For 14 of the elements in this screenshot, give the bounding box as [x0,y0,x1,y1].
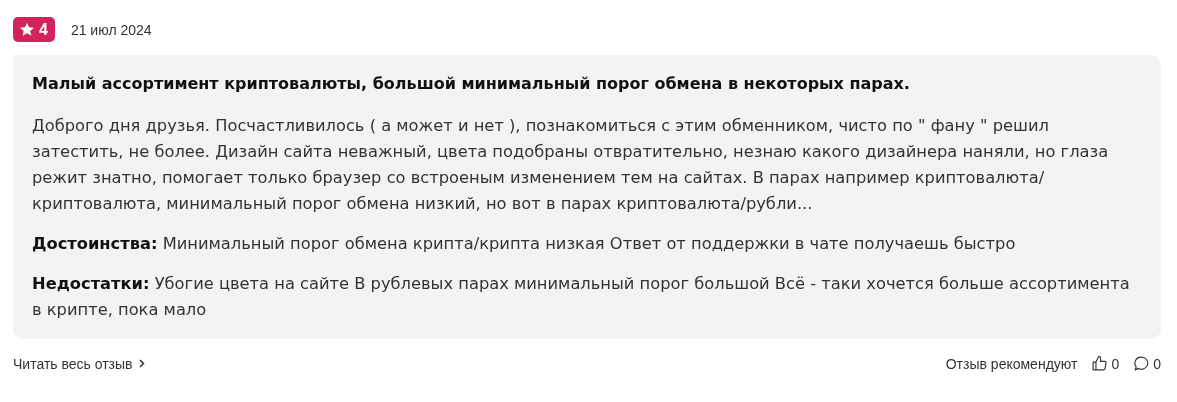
recommend-label: Отзыв рекомендуют [945,355,1078,372]
review-text: Доброго дня друзья. Посчастливилось ( а может и нет ), познакомиться с этим обменником, чисто по " фану " решил затестить, не более. Дизайн сайта неважный, цвета подобраны отвратительно, незнаю какого дизайнера наняли, но глаза режит знатно, помогает только браузер со встроеным изменением тем на сайтах. В парах например криптовалюта/криптовалюта, минимальный порог обмена низкий, но вот в парах криптовалюта/рубли... [32,115,1110,215]
thumbs-up-icon[interactable] [1091,355,1109,372]
review-cons: Недостатки: Убогие цвета на сайте В рублевых парах минимальный порог большой Всё - таки хочется больше ассортимента в крипте, пока мало [32,273,1131,321]
chevron-icon [138,359,145,368]
review-pros: Достоинства: Минимальный порог обмена крипта/крипта низкая Ответ от поддержки в чате получаешь быстро [32,233,1017,255]
star-icon [19,22,35,37]
comment-count: 0 [1153,355,1161,372]
rating-badge: 4 [13,17,55,42]
comment-icon[interactable] [1133,355,1151,372]
review-date: 21 июл 2024 [70,21,152,38]
read-more-link[interactable]: Читать весь отзыв [13,355,145,372]
review-title: Малый ассортимент криптовалюты, большой минимальный порог обмена в некоторых парах. [32,73,911,95]
like-count: 0 [1111,355,1120,372]
